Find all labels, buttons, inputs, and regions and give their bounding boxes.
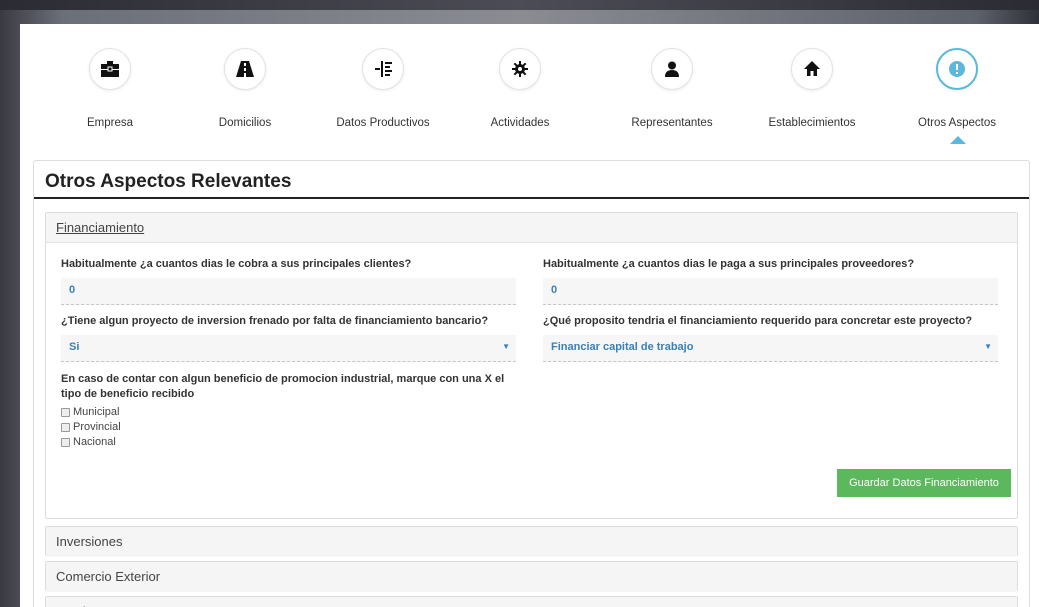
question-label: ¿Qué proposito tendria el financiamiento… [543, 315, 973, 327]
step-label: Datos Productivos [336, 117, 430, 129]
checkbox-box[interactable] [61, 407, 70, 417]
question-label: Habitualmente ¿a cuantos dias le paga a … [543, 258, 915, 270]
step-circle [89, 48, 131, 90]
comercio-exterior-header[interactable]: Comercio Exterior [46, 562, 1017, 592]
step-circle [791, 48, 833, 90]
select-value: Financiar capital de trabajo [551, 341, 694, 353]
step-domicilios[interactable]: Domicilios [175, 48, 315, 129]
road-icon [236, 61, 254, 77]
caret-down-icon: ▼ [502, 342, 510, 351]
app-frame: Empresa Domicilios Datos Productivos Act… [20, 24, 1039, 607]
save-financiamiento-button[interactable]: Guardar Datos Financiamiento [837, 469, 1011, 497]
question-label: ¿Tiene algun proyecto de inversion frena… [61, 315, 489, 327]
step-label: Establecimientos [768, 117, 856, 129]
main-panel: Otros Aspectos Relevantes Financiamiento… [33, 160, 1030, 607]
checkbox-municipal[interactable]: Municipal [61, 406, 516, 418]
checkbox-label: Provincial [73, 421, 121, 433]
step-representantes[interactable]: Representantes [602, 48, 742, 129]
checkbox-box[interactable] [61, 422, 70, 432]
question-label: En caso de contar con algun beneficio de… [61, 373, 505, 400]
exclamation-icon [949, 61, 965, 77]
user-icon [665, 61, 679, 77]
checkbox-label: Nacional [73, 436, 116, 448]
question-proyecto: ¿Tiene algun proyecto de inversion frena… [61, 314, 516, 362]
question-label: Habitualmente ¿a cuantos dias le cobra a… [61, 258, 412, 270]
checkbox-label: Municipal [73, 406, 120, 418]
caret-down-icon: ▼ [984, 342, 992, 351]
home-icon [804, 61, 820, 76]
pago-days-input[interactable]: 0 [543, 278, 998, 305]
window-top-bar [0, 0, 1039, 10]
active-step-indicator [950, 136, 966, 144]
checkbox-box[interactable] [61, 437, 70, 447]
page-title: Otros Aspectos Relevantes [34, 161, 1029, 199]
empleo-rrhh-header[interactable]: Empleo y RRHH [46, 597, 1017, 607]
financiamiento-header[interactable]: Financiamiento [46, 213, 1017, 243]
step-label: Empresa [86, 117, 134, 129]
question-pago: Habitualmente ¿a cuantos dias le paga a … [543, 257, 998, 305]
step-label: Representantes [631, 117, 713, 129]
proposito-select[interactable]: Financiar capital de trabajo ▼ [543, 335, 998, 362]
step-establecimientos[interactable]: Establecimientos [742, 48, 882, 129]
step-otros-aspectos[interactable]: Otros Aspectos [887, 48, 1027, 129]
inversiones-section[interactable]: Inversiones [45, 526, 1018, 557]
question-cobro: Habitualmente ¿a cuantos dias le cobra a… [61, 257, 516, 305]
step-circle [936, 48, 978, 90]
comercio-exterior-section[interactable]: Comercio Exterior [45, 561, 1018, 592]
step-label: Domicilios [218, 117, 272, 129]
briefcase-icon [101, 61, 119, 77]
question-proposito: ¿Qué proposito tendria el financiamiento… [543, 314, 998, 362]
step-label: Otros Aspectos [918, 117, 996, 129]
indent-icon [375, 61, 392, 77]
step-circle [224, 48, 266, 90]
step-circle [651, 48, 693, 90]
checkbox-nacional[interactable]: Nacional [61, 436, 516, 448]
checkbox-provincial[interactable]: Provincial [61, 421, 516, 433]
step-actividades[interactable]: Actividades [450, 48, 590, 129]
wizard-steps: Empresa Domicilios Datos Productivos Act… [20, 24, 1030, 150]
cog-icon [512, 61, 528, 77]
cobro-days-input[interactable]: 0 [61, 278, 516, 305]
question-beneficio: En caso de contar con algun beneficio de… [61, 372, 516, 448]
proyecto-select[interactable]: Si ▼ [61, 335, 516, 362]
step-label: Actividades [490, 117, 550, 129]
empleo-rrhh-section[interactable]: Empleo y RRHH [45, 596, 1018, 607]
step-circle [362, 48, 404, 90]
select-value: Si [69, 341, 80, 353]
financiamiento-section: Financiamiento Habitualmente ¿a cuantos … [45, 212, 1018, 519]
step-empresa[interactable]: Empresa [40, 48, 180, 129]
inversiones-header[interactable]: Inversiones [46, 527, 1017, 557]
step-datos-productivos[interactable]: Datos Productivos [313, 48, 453, 129]
step-circle [499, 48, 541, 90]
